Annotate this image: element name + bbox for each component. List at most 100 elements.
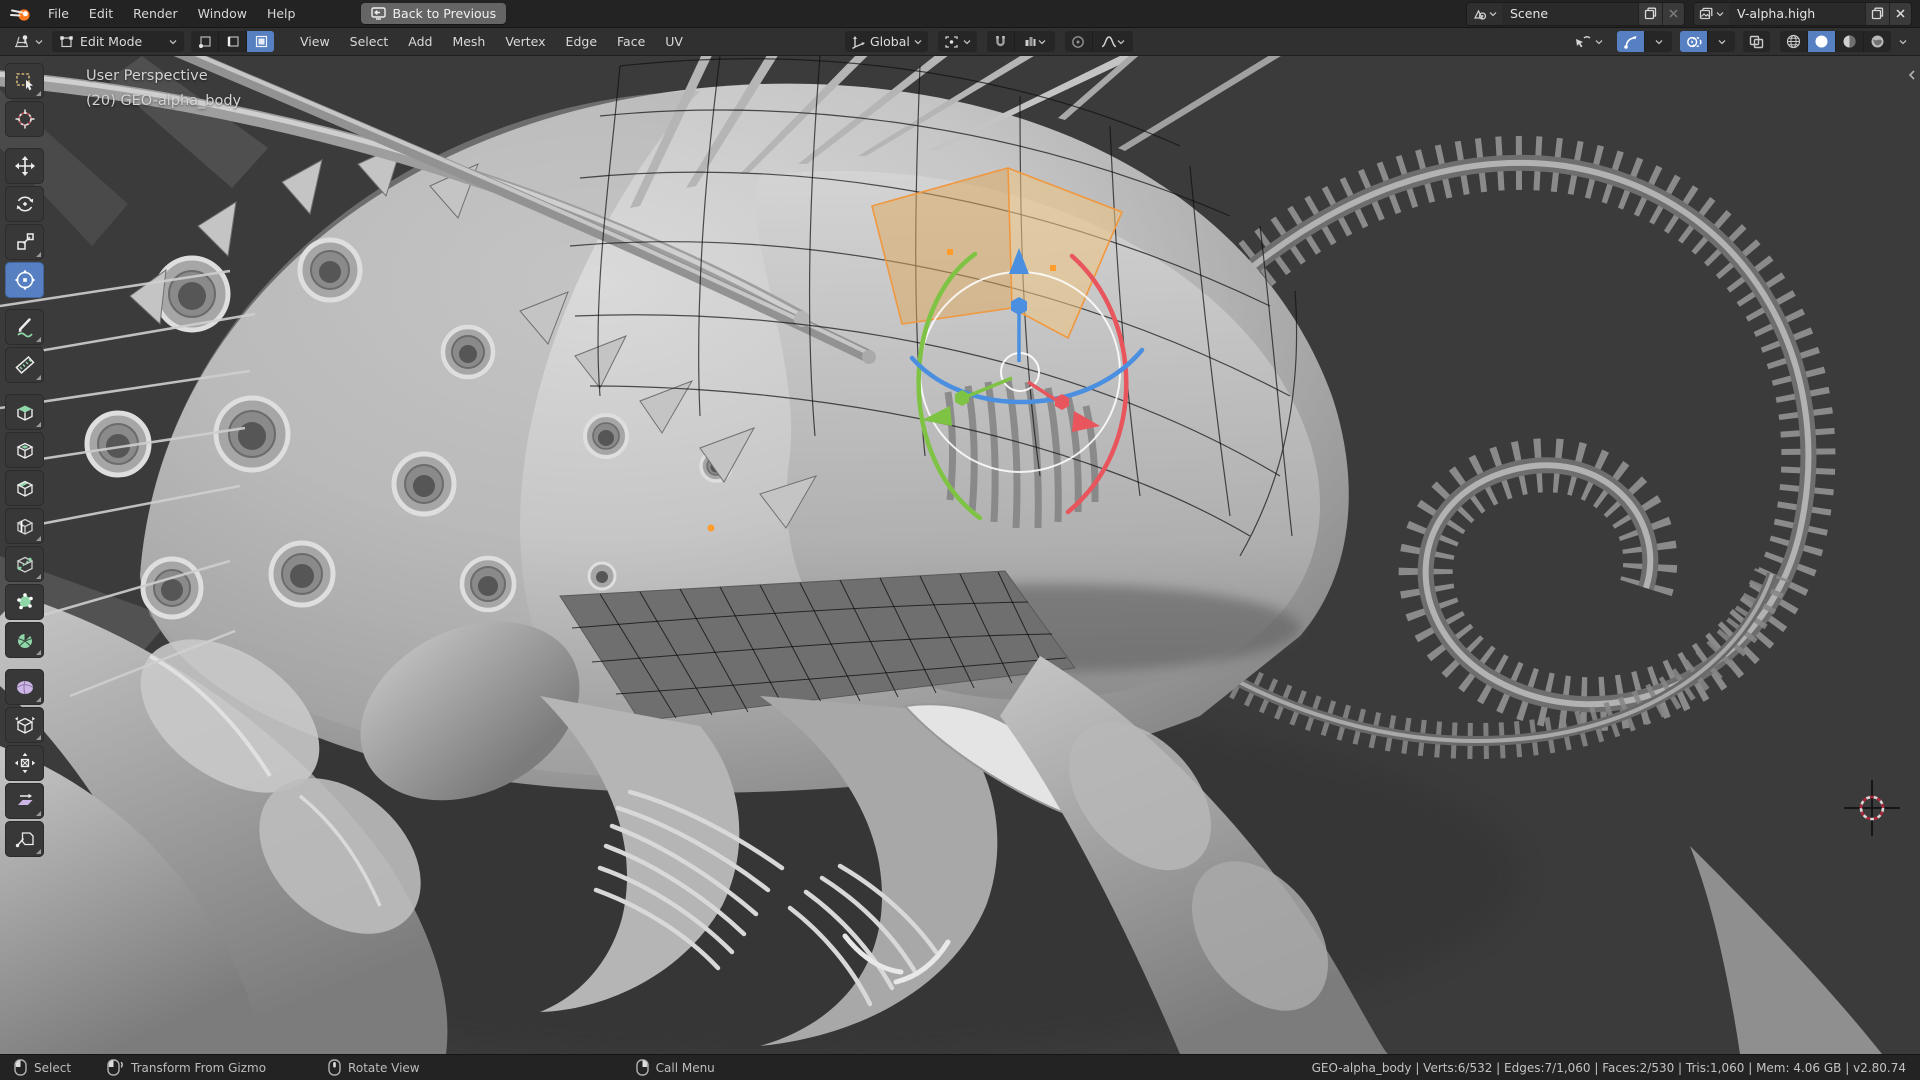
show-overlays-toggle[interactable] xyxy=(1680,31,1707,52)
shading-material-button[interactable] xyxy=(1835,31,1863,52)
edit-mode-icon xyxy=(59,35,74,49)
xray-toggle[interactable] xyxy=(1743,31,1770,52)
mode-selector[interactable]: Edit Mode xyxy=(52,31,184,52)
shear-icon xyxy=(14,790,36,812)
scene-name: Scene xyxy=(1502,3,1638,25)
shading-solid-button[interactable] xyxy=(1807,31,1835,52)
proportional-falloff-dropdown[interactable] xyxy=(1092,31,1133,52)
edge-slide-icon xyxy=(14,714,36,736)
menu-view[interactable]: View xyxy=(291,34,339,49)
shading-rendered-button[interactable] xyxy=(1863,31,1891,52)
view-layer-remove-button[interactable] xyxy=(1889,3,1911,25)
transform-controls: Global xyxy=(845,31,1133,52)
loop-cut-icon xyxy=(14,515,36,537)
chevron-down-icon xyxy=(1655,39,1663,45)
scene-copy-button[interactable] xyxy=(1638,3,1662,25)
tool-move[interactable] xyxy=(5,148,44,184)
rip-region-icon xyxy=(14,828,36,850)
back-to-previous-button[interactable]: Back to Previous xyxy=(361,3,506,24)
snap-settings-dropdown[interactable] xyxy=(1014,31,1055,52)
menu-face[interactable]: Face xyxy=(608,34,654,49)
tool-rotate[interactable] xyxy=(5,186,44,222)
menu-edit[interactable]: Edit xyxy=(79,0,123,27)
tool-loop-cut[interactable] xyxy=(5,508,44,544)
tool-edge-slide[interactable] xyxy=(5,707,44,743)
tool-bevel[interactable] xyxy=(5,470,44,506)
snap-toggle[interactable] xyxy=(987,31,1014,52)
topbar: File Edit Render Window Help Back to Pre… xyxy=(0,0,1920,28)
proportional-edit-toggle[interactable] xyxy=(1065,31,1092,52)
vertex-mode-icon xyxy=(198,35,212,48)
solid-sphere-icon xyxy=(1814,34,1829,49)
proportional-edit-controls xyxy=(1065,31,1133,52)
menu-mesh[interactable]: Mesh xyxy=(443,34,494,49)
menu-uv[interactable]: UV xyxy=(656,34,692,49)
chevron-down-icon xyxy=(1716,11,1724,17)
chevron-down-icon xyxy=(169,39,177,45)
tool-shear[interactable] xyxy=(5,783,44,819)
orientation-dropdown[interactable]: Global xyxy=(845,31,928,52)
face-select-button[interactable] xyxy=(246,31,274,52)
menu-help[interactable]: Help xyxy=(257,0,306,27)
tool-measure[interactable] xyxy=(5,347,44,383)
shading-wireframe-button[interactable] xyxy=(1780,31,1807,52)
tool-spin[interactable] xyxy=(5,622,44,658)
tool-annotate[interactable] xyxy=(5,309,44,345)
tool-transform[interactable] xyxy=(5,262,44,298)
vertex-select-button[interactable] xyxy=(191,31,218,52)
chevron-down-icon xyxy=(963,39,971,45)
tool-rip-region[interactable] xyxy=(5,821,44,857)
rendered-sphere-icon xyxy=(1870,34,1885,49)
tool-poly-build[interactable] xyxy=(5,584,44,620)
topbar-right: Scene V-alpha.high xyxy=(1466,2,1912,26)
show-gizmo-toggle[interactable] xyxy=(1617,31,1644,52)
tool-shrink-fatten[interactable] xyxy=(5,745,44,781)
statusbar: Select Transform From Gizmo Rotate View … xyxy=(0,1054,1920,1080)
view-layer-selector[interactable]: V-alpha.high xyxy=(1693,2,1912,26)
chevron-down-icon xyxy=(1595,39,1603,45)
face-center-dot xyxy=(1050,265,1056,271)
select-box-icon xyxy=(14,70,36,92)
tool-knife[interactable] xyxy=(5,546,44,582)
chevron-down-icon xyxy=(35,39,43,45)
mode-label: Edit Mode xyxy=(80,34,142,49)
tool-cursor[interactable] xyxy=(5,101,44,137)
menu-file[interactable]: File xyxy=(38,0,79,27)
tool-inset-faces[interactable] xyxy=(5,432,44,468)
overlays-dropdown[interactable] xyxy=(1707,31,1735,52)
object-visibility-dropdown[interactable] xyxy=(1569,31,1609,52)
material-sphere-icon xyxy=(1842,34,1857,49)
close-icon xyxy=(1668,8,1679,19)
shading-dropdown[interactable] xyxy=(1893,39,1913,45)
viewport[interactable]: User Perspective (20) GEO-alpha_body xyxy=(0,56,1920,1054)
edge-select-button[interactable] xyxy=(218,31,246,52)
menu-select[interactable]: Select xyxy=(341,34,398,49)
copy-icon xyxy=(1644,7,1657,20)
view-layer-copy-button[interactable] xyxy=(1865,3,1889,25)
menu-vertex[interactable]: Vertex xyxy=(496,34,554,49)
chevron-down-icon xyxy=(1117,39,1125,45)
magnet-icon xyxy=(993,35,1008,49)
tool-smooth[interactable] xyxy=(5,669,44,705)
tool-extrude-region[interactable] xyxy=(5,394,44,430)
tool-select-box[interactable] xyxy=(5,63,44,99)
pivot-point-dropdown[interactable] xyxy=(938,31,977,52)
smooth-icon xyxy=(14,676,36,698)
face-mode-icon xyxy=(254,35,268,48)
menu-window[interactable]: Window xyxy=(188,0,257,27)
hint-transform-gizmo: Transform From Gizmo xyxy=(107,1059,266,1076)
scene-selector[interactable]: Scene xyxy=(1466,2,1685,26)
gizmo-dropdown[interactable] xyxy=(1644,31,1672,52)
poly-build-icon xyxy=(14,591,36,613)
menu-edge[interactable]: Edge xyxy=(557,34,606,49)
scene-unlink-button[interactable] xyxy=(1662,3,1684,25)
tool-scale[interactable] xyxy=(5,224,44,260)
editor-type-selector[interactable] xyxy=(7,31,49,52)
sidebar-toggle[interactable] xyxy=(1907,66,1917,85)
knife-icon xyxy=(14,553,36,575)
chevron-left-icon xyxy=(1907,69,1917,81)
overlay-controls xyxy=(1680,31,1735,52)
pivot-point-icon xyxy=(944,35,959,49)
menu-render[interactable]: Render xyxy=(123,0,188,27)
menu-add[interactable]: Add xyxy=(399,34,441,49)
